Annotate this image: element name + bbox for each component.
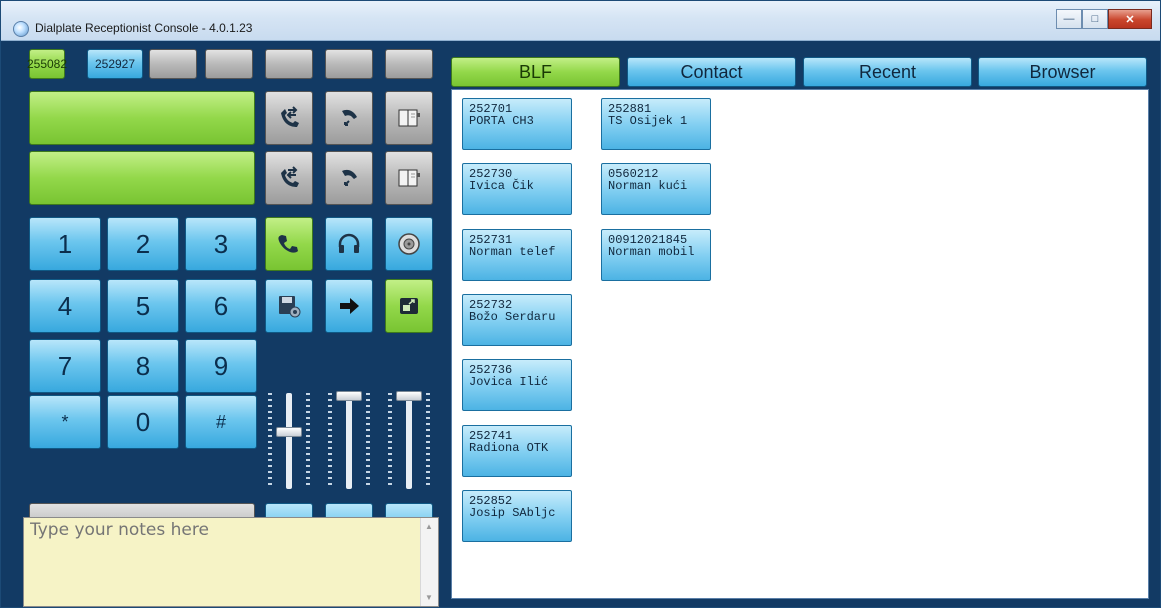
phonebook-icon	[398, 109, 420, 127]
line-tab-label: 252927	[94, 57, 136, 71]
transfer-button-1[interactable]	[265, 91, 313, 145]
tab-blf[interactable]: BLF	[451, 57, 620, 87]
blf-button[interactable]: 252741 Radiona OTK	[462, 425, 572, 477]
blf-name: TS Osijek 1	[608, 114, 688, 128]
minimize-button[interactable]: —	[1056, 9, 1082, 29]
blf-button[interactable]: 252701 PORTA CH3	[462, 98, 572, 150]
main-tabs: BLF Contact Recent Browser	[451, 57, 1147, 87]
line-tab-label: 255082	[26, 57, 68, 71]
keypad-key-7[interactable]: 7	[29, 339, 101, 393]
keypad-key-9[interactable]: 9	[185, 339, 257, 393]
line-tab-4[interactable]	[205, 49, 253, 79]
blf-button[interactable]: 252732 Božo Serdaru	[462, 294, 572, 346]
keypad-key-3[interactable]: 3	[185, 217, 257, 271]
transfer-button-2[interactable]	[265, 151, 313, 205]
scroll-up-icon[interactable]: ▲	[425, 522, 433, 531]
blf-button[interactable]: 252852 Josip SAbljc	[462, 490, 572, 542]
slider-thumb[interactable]	[396, 391, 422, 401]
headset-button[interactable]	[325, 217, 373, 271]
line-tab-7[interactable]	[385, 49, 433, 79]
line-tab-2[interactable]: 252927	[87, 49, 143, 79]
slider-thumb[interactable]	[276, 427, 302, 437]
keypad-key-4[interactable]: 4	[29, 279, 101, 333]
blf-name: Božo Serdaru	[469, 310, 556, 324]
blf-name: Norman mobil	[608, 245, 695, 259]
settings-button[interactable]	[265, 279, 313, 333]
keypad-key-hash[interactable]: #	[185, 395, 257, 449]
keypad-key-6[interactable]: 6	[185, 279, 257, 333]
line-tab-1[interactable]: 255082	[26, 49, 68, 79]
phonebook-button-2[interactable]	[385, 151, 433, 205]
ringer-volume-slider[interactable]	[385, 389, 433, 493]
notes-scrollbar[interactable]: ▲ ▼	[420, 518, 438, 606]
line-display-1[interactable]	[29, 91, 255, 145]
line-display-2[interactable]	[29, 151, 255, 205]
app-logo-icon	[13, 21, 29, 37]
tab-recent[interactable]: Recent	[803, 57, 972, 87]
loudspeaker-icon	[398, 233, 420, 255]
phone-icon	[278, 235, 298, 253]
blf-panel: 252701 PORTA CH3 252730 Ivica Čik 252731 No…	[451, 89, 1149, 599]
line-tab-3[interactable]	[149, 49, 197, 79]
phone-hangup-icon	[342, 169, 357, 186]
blf-button[interactable]: 252730 Ivica Čik	[462, 163, 572, 215]
blf-name: Radiona OTK	[469, 441, 549, 455]
popup-window-button[interactable]	[385, 279, 433, 333]
blf-name: Ivica Čik	[469, 179, 534, 193]
hangup-button-1[interactable]	[325, 91, 373, 145]
headset-icon	[338, 233, 360, 253]
blf-name: Norman telef	[469, 245, 556, 259]
blf-name: Jovica Ilić	[469, 375, 549, 389]
title-bar: Dialplate Receptionist Console - 4.0.1.2…	[1, 1, 1160, 41]
notes-panel: ▲ ▼	[23, 517, 439, 607]
tab-contact[interactable]: Contact	[627, 57, 796, 87]
window-popout-icon	[400, 298, 418, 314]
keypad-key-5[interactable]: 5	[107, 279, 179, 333]
line-tab-6[interactable]	[325, 49, 373, 79]
window-title: Dialplate Receptionist Console - 4.0.1.2…	[35, 21, 253, 35]
line-tab-5[interactable]	[265, 49, 313, 79]
blf-button[interactable]: 00912021845 Norman mobil	[601, 229, 711, 281]
speaker-volume-slider[interactable]	[325, 389, 373, 493]
keypad-key-0[interactable]: 0	[107, 395, 179, 449]
transfer-icon	[281, 166, 299, 187]
keypad-key-2[interactable]: 2	[107, 217, 179, 271]
phonebook-icon	[398, 169, 420, 187]
close-button[interactable]: ✕	[1108, 9, 1152, 29]
mic-volume-slider[interactable]	[265, 389, 313, 493]
transfer-icon	[281, 106, 299, 127]
blf-button[interactable]: 0560212 Norman kući	[601, 163, 711, 215]
blf-name: Josip SAbljc	[469, 506, 556, 520]
maximize-button[interactable]: □	[1082, 9, 1108, 29]
save-settings-icon	[279, 296, 301, 318]
tab-browser[interactable]: Browser	[978, 57, 1147, 87]
blf-name: Norman kući	[608, 179, 688, 193]
call-button[interactable]	[265, 217, 313, 271]
phonebook-button-1[interactable]	[385, 91, 433, 145]
blf-button[interactable]: 252881 TS Osijek 1	[601, 98, 711, 150]
notes-textarea[interactable]	[30, 520, 414, 600]
slider-thumb[interactable]	[336, 391, 362, 401]
keypad-key-star[interactable]: *	[29, 395, 101, 449]
keypad-key-1[interactable]: 1	[29, 217, 101, 271]
keypad-key-8[interactable]: 8	[107, 339, 179, 393]
blf-button[interactable]: 252731 Norman telef	[462, 229, 572, 281]
arrow-right-icon	[340, 298, 359, 314]
hangup-button-2[interactable]	[325, 151, 373, 205]
phone-hangup-icon	[342, 109, 357, 126]
blf-name: PORTA CH3	[469, 114, 534, 128]
speaker-mode-button[interactable]	[385, 217, 433, 271]
forward-button[interactable]	[325, 279, 373, 333]
app-window: Dialplate Receptionist Console - 4.0.1.2…	[0, 0, 1161, 608]
scroll-down-icon[interactable]: ▼	[425, 593, 433, 602]
blf-button[interactable]: 252736 Jovica Ilić	[462, 359, 572, 411]
